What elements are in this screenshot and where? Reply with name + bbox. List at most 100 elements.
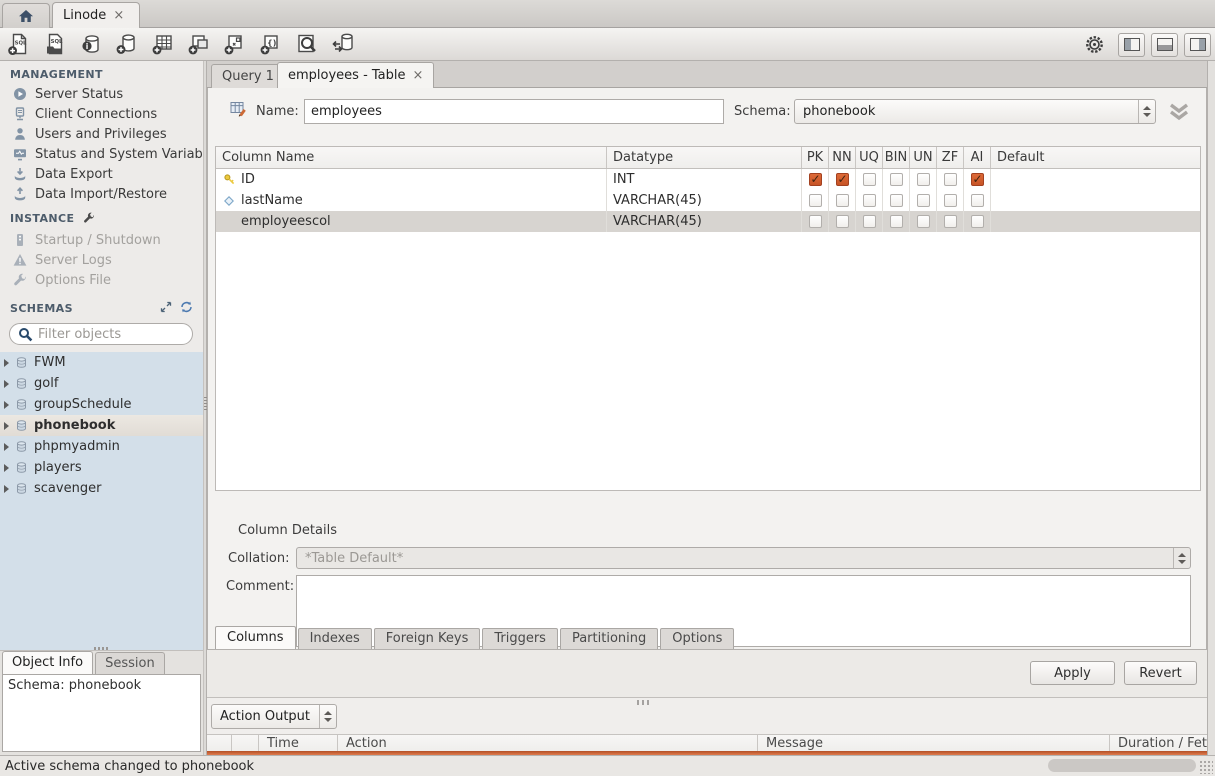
- window-resize-grip[interactable]: [1199, 760, 1213, 774]
- header-nn[interactable]: NN: [829, 147, 856, 168]
- close-icon[interactable]: ×: [113, 8, 124, 23]
- connection-tab[interactable]: Linode ×: [52, 2, 140, 28]
- home-tab[interactable]: [2, 3, 50, 28]
- schema-item-fwm[interactable]: FWM: [0, 352, 203, 373]
- header-column-name[interactable]: Column Name: [216, 147, 607, 168]
- expand-arrow-icon[interactable]: [4, 464, 9, 472]
- subtab-partitioning[interactable]: Partitioning: [560, 628, 658, 649]
- schema-item-golf[interactable]: golf: [0, 373, 203, 394]
- checkbox-zf[interactable]: [944, 215, 957, 228]
- horizontal-scrollbar[interactable]: [1048, 759, 1196, 772]
- header-default[interactable]: Default: [991, 147, 1200, 168]
- toggle-bottom-panel-button[interactable]: [1151, 33, 1178, 57]
- output-resize-grip[interactable]: [637, 700, 651, 705]
- checkbox-uq[interactable]: [863, 215, 876, 228]
- header-zf[interactable]: ZF: [937, 147, 964, 168]
- checkbox-uq[interactable]: [863, 194, 876, 207]
- schema-item-players[interactable]: players: [0, 457, 203, 478]
- stepper-icon[interactable]: [319, 705, 336, 728]
- inspect-database-button[interactable]: i: [78, 31, 104, 57]
- column-row-employeescol[interactable]: employeescol VARCHAR(45): [216, 211, 1200, 232]
- sidebar-item-system-variables[interactable]: Status and System Variables: [12, 144, 202, 164]
- sidebar-item-startup-shutdown[interactable]: Startup / Shutdown: [12, 230, 202, 250]
- new-sql-tab-button[interactable]: SQL: [6, 31, 32, 57]
- tab-object-info[interactable]: Object Info: [2, 651, 93, 674]
- refresh-schemas-icon[interactable]: [180, 301, 193, 313]
- toggle-left-panel-button[interactable]: [1118, 33, 1145, 57]
- subtab-indexes[interactable]: Indexes: [298, 628, 372, 649]
- gear-badge-icon[interactable]: [1085, 35, 1104, 54]
- header-datatype[interactable]: Datatype: [607, 147, 802, 168]
- checkbox-nn[interactable]: [836, 194, 849, 207]
- checkbox-nn[interactable]: [836, 173, 849, 186]
- apply-button[interactable]: Apply: [1030, 661, 1115, 685]
- collation-select[interactable]: *Table Default*: [296, 547, 1191, 569]
- schema-item-phpmyadmin[interactable]: phpmyadmin: [0, 436, 203, 457]
- header-uq[interactable]: UQ: [856, 147, 883, 168]
- subtab-triggers[interactable]: Triggers: [482, 628, 558, 649]
- checkbox-pk[interactable]: [809, 215, 822, 228]
- panel-resize-grip[interactable]: [94, 647, 110, 650]
- schema-item-groupschedule[interactable]: groupSchedule: [0, 394, 203, 415]
- sidebar-item-data-export[interactable]: Data Export: [12, 164, 202, 184]
- column-row-id[interactable]: ID INT: [216, 169, 1200, 190]
- checkbox-uq[interactable]: [863, 173, 876, 186]
- expand-arrow-icon[interactable]: [4, 359, 9, 367]
- sidebar-item-data-import[interactable]: Data Import/Restore: [12, 184, 202, 204]
- checkbox-nn[interactable]: [836, 215, 849, 228]
- checkbox-un[interactable]: [917, 215, 930, 228]
- toggle-right-panel-button[interactable]: [1184, 33, 1211, 57]
- output-selector[interactable]: Action Output: [211, 704, 337, 729]
- subtab-foreign-keys[interactable]: Foreign Keys: [374, 628, 481, 649]
- checkbox-pk[interactable]: [809, 173, 822, 186]
- subtab-options[interactable]: Options: [660, 628, 734, 649]
- checkbox-ai[interactable]: [971, 173, 984, 186]
- header-pk[interactable]: PK: [802, 147, 829, 168]
- sidebar-item-server-logs[interactable]: Server Logs: [12, 250, 202, 270]
- stepper-icon[interactable]: [1138, 100, 1155, 123]
- create-view-button[interactable]: [186, 31, 212, 57]
- table-name-input[interactable]: [304, 99, 724, 124]
- reconnect-dbms-button[interactable]: [330, 31, 356, 57]
- subtab-columns[interactable]: Columns: [215, 626, 296, 649]
- expand-arrow-icon[interactable]: [4, 380, 9, 388]
- tab-session[interactable]: Session: [95, 652, 165, 674]
- column-row-lastname[interactable]: lastName VARCHAR(45): [216, 190, 1200, 211]
- expand-arrow-icon[interactable]: [4, 401, 9, 409]
- sidebar-item-client-connections[interactable]: Client Connections: [12, 104, 202, 124]
- expand-arrow-icon[interactable]: [4, 422, 9, 430]
- revert-button[interactable]: Revert: [1124, 661, 1197, 685]
- output-header-action[interactable]: Action: [338, 735, 758, 751]
- checkbox-bin[interactable]: [890, 215, 903, 228]
- create-function-button[interactable]: {): [258, 31, 284, 57]
- checkbox-bin[interactable]: [890, 173, 903, 186]
- schema-item-phonebook[interactable]: phonebook: [0, 415, 203, 436]
- schema-filter-input[interactable]: [38, 327, 168, 342]
- expand-arrow-icon[interactable]: [4, 443, 9, 451]
- stepper-icon[interactable]: [1173, 548, 1190, 568]
- schema-select[interactable]: phonebook: [794, 99, 1156, 124]
- header-bin[interactable]: BIN: [883, 147, 910, 168]
- create-schema-button[interactable]: [114, 31, 140, 57]
- checkbox-zf[interactable]: [944, 173, 957, 186]
- create-procedure-button[interactable]: [222, 31, 248, 57]
- tab-employees-table[interactable]: employees - Table ×: [277, 62, 434, 88]
- header-un[interactable]: UN: [910, 147, 937, 168]
- checkbox-bin[interactable]: [890, 194, 903, 207]
- schema-item-scavenger[interactable]: scavenger: [0, 478, 203, 499]
- sidebar-item-users-privileges[interactable]: Users and Privileges: [12, 124, 202, 144]
- checkbox-ai[interactable]: [971, 194, 984, 207]
- expand-schemas-icon[interactable]: [160, 301, 172, 313]
- open-sql-script-button[interactable]: SQL: [42, 31, 68, 57]
- output-header-duration[interactable]: Duration / Fetch: [1110, 735, 1207, 751]
- checkbox-un[interactable]: [917, 194, 930, 207]
- output-header-time[interactable]: Time: [259, 735, 338, 751]
- expand-arrow-icon[interactable]: [4, 485, 9, 493]
- checkbox-zf[interactable]: [944, 194, 957, 207]
- create-table-button[interactable]: [150, 31, 176, 57]
- sidebar-item-server-status[interactable]: Server Status: [12, 84, 202, 104]
- search-table-data-button[interactable]: [294, 31, 320, 57]
- expand-header-chevron-icon[interactable]: [1166, 102, 1192, 122]
- sidebar-item-options-file[interactable]: Options File: [12, 270, 202, 290]
- output-header-message[interactable]: Message: [758, 735, 1110, 751]
